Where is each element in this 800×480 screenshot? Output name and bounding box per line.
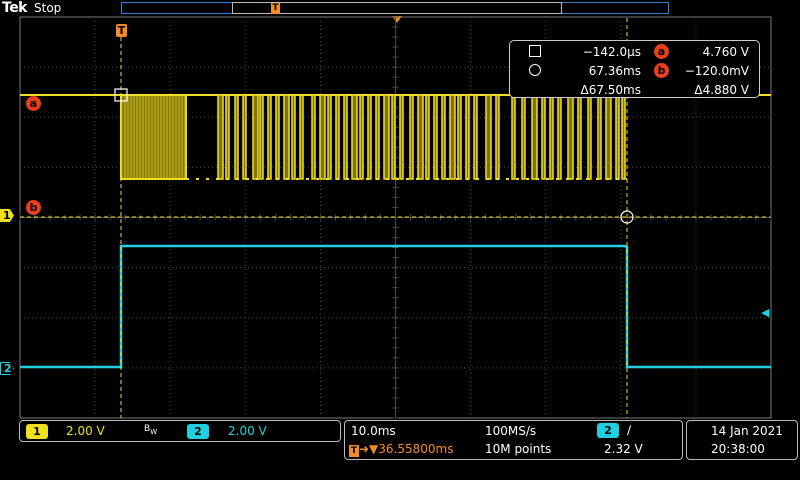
trigger-slope-icon: ∕ bbox=[627, 423, 632, 437]
cursor-b-row: 67.36ms b −120.0mV bbox=[510, 62, 759, 80]
horizontal-trigger-panel[interactable]: 10.0ms 100MS/s 2 ∕ T ➜▼36.55800ms 10M poi… bbox=[344, 420, 683, 460]
ch1-pulse bbox=[621, 94, 626, 180]
ch1-pulse bbox=[383, 94, 390, 180]
ch1-pulse bbox=[425, 94, 430, 180]
ch1-pulse bbox=[567, 94, 574, 180]
ch1-pulse bbox=[399, 94, 404, 180]
trigger-source-badge[interactable]: 2 bbox=[597, 423, 619, 438]
ch1-pulse bbox=[521, 94, 526, 180]
ch2-scale: 2.00 V bbox=[228, 424, 267, 438]
ch1-pulse bbox=[417, 94, 424, 180]
cursor-a-row: −142.0μs a 4.760 V bbox=[510, 43, 759, 61]
ch1-pulse bbox=[433, 94, 438, 180]
ch1-pulse bbox=[351, 94, 358, 180]
ch1-pulse bbox=[615, 94, 620, 180]
ch1-pulse bbox=[299, 94, 304, 180]
ch1-pulse bbox=[367, 94, 372, 180]
cursor-delta-value: Δ4.880 V bbox=[694, 83, 749, 97]
cursor-b-value: −120.0mV bbox=[684, 64, 749, 78]
trigger-level-arrow-icon: ◀ bbox=[761, 306, 770, 319]
ch1-pulse bbox=[359, 94, 364, 180]
date-time-panel[interactable]: 14 Jan 2021 20:38:00 bbox=[686, 420, 798, 460]
circle-cursor-icon bbox=[529, 64, 541, 76]
ch1-pulse bbox=[327, 94, 332, 180]
ch1-pulse bbox=[449, 94, 456, 180]
cursor-delta-row: Δ67.50ms Δ4.880 V bbox=[510, 81, 759, 99]
cursor-b-time: 67.36ms bbox=[588, 64, 641, 78]
ch1-pulse bbox=[319, 94, 326, 180]
ch1-pulse bbox=[291, 94, 296, 180]
ch1-pulse bbox=[485, 94, 492, 180]
ch1-pulse bbox=[242, 94, 247, 180]
ch1-pulse bbox=[531, 94, 538, 180]
ch1-pulse bbox=[252, 94, 259, 180]
ch1-pulse bbox=[597, 94, 602, 180]
ch1-scale: 2.00 V bbox=[66, 424, 105, 438]
ch1-pulse bbox=[473, 94, 478, 180]
ch1-pulse bbox=[409, 94, 414, 180]
cursor-a-value: 4.760 V bbox=[702, 45, 749, 59]
ch1-waveform bbox=[20, 94, 771, 180]
trigger-offset: T ➜▼36.55800ms bbox=[349, 442, 454, 457]
ch1-pulse bbox=[267, 94, 272, 180]
ch1-pulse bbox=[225, 94, 230, 180]
sample-rate: 100MS/s bbox=[485, 424, 537, 438]
cursor-delta-time: Δ67.50ms bbox=[580, 83, 641, 97]
ch1-pulse bbox=[283, 94, 290, 180]
cursor-readout[interactable]: −142.0μs a 4.760 V 67.36ms b −120.0mV Δ6… bbox=[509, 40, 760, 98]
ch1-pulse bbox=[391, 94, 396, 180]
bandwidth-limit-label: BW bbox=[144, 424, 157, 436]
ch1-pulse bbox=[605, 94, 612, 180]
date-label: 14 Jan 2021 bbox=[711, 424, 783, 438]
ch1-pulse bbox=[343, 94, 348, 180]
time-per-div: 10.0ms bbox=[351, 424, 396, 438]
bw-w: W bbox=[150, 427, 158, 436]
trigger-offset-arrow-icon: ➜▼ bbox=[359, 442, 379, 456]
channel-settings-bar[interactable]: 1 2.00 V BW 2 2.00 V bbox=[19, 420, 341, 442]
ch1-pulse bbox=[541, 94, 546, 180]
ch1-pulse bbox=[217, 94, 224, 180]
cursor-a-time: −142.0μs bbox=[582, 45, 641, 59]
ch1-pulse bbox=[275, 94, 280, 180]
ch1-pulse bbox=[441, 94, 446, 180]
cursor-a-label: a bbox=[654, 44, 669, 59]
trigger-level: 2.32 V bbox=[604, 442, 643, 456]
ch1-pulse bbox=[495, 94, 500, 180]
ch1-pulse bbox=[234, 94, 239, 180]
ch1-pulse bbox=[577, 94, 582, 180]
time-label: 20:38:00 bbox=[711, 442, 765, 456]
ch1-pulse bbox=[311, 94, 316, 180]
trigger-t-icon: T bbox=[349, 445, 359, 457]
trigger-marker-icon[interactable]: T bbox=[116, 24, 127, 37]
ch1-pulse bbox=[549, 94, 554, 180]
ch1-pulse bbox=[511, 94, 516, 180]
ch2-badge[interactable]: 2 bbox=[187, 424, 209, 439]
ch1-pulse bbox=[335, 94, 340, 180]
cursor-b-label: b bbox=[654, 63, 669, 78]
ch1-pulse bbox=[587, 94, 592, 180]
ch1-badge[interactable]: 1 bbox=[26, 424, 48, 439]
cursor-b-marker[interactable]: b bbox=[26, 200, 41, 215]
cursor-a-marker[interactable]: a bbox=[26, 96, 41, 111]
ch1-pulse bbox=[557, 94, 562, 180]
ch1-pulse bbox=[465, 94, 470, 180]
record-length: 10M points bbox=[485, 442, 552, 456]
trigger-offset-value: 36.55800ms bbox=[378, 442, 454, 456]
ch1-pulse bbox=[375, 94, 380, 180]
square-cursor-icon bbox=[529, 45, 541, 57]
ch1-pulse bbox=[457, 94, 462, 180]
ch1-pulse bbox=[259, 94, 264, 180]
